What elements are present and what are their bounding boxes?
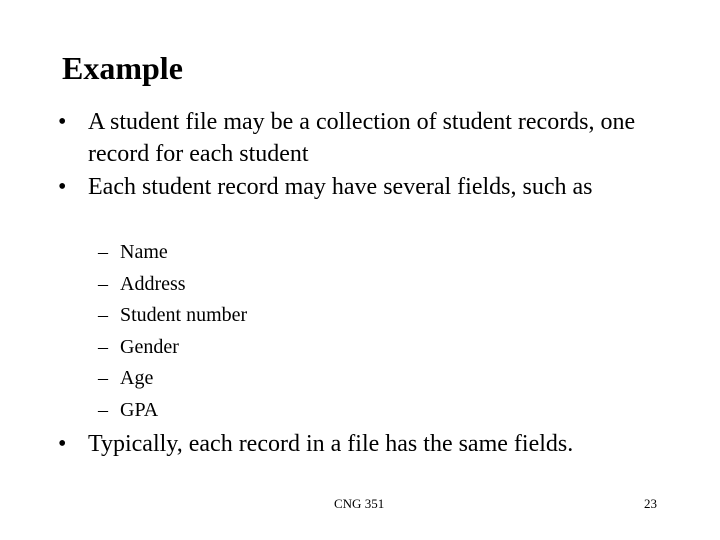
field-label: GPA [120, 398, 159, 421]
dash-icon: – [98, 304, 108, 327]
field-item: – Name [98, 237, 247, 269]
bullet-text: Each student record may have several fie… [88, 174, 593, 200]
field-item: – Age [98, 363, 247, 395]
fields-list: – Name – Address – Student number – Gender –… [98, 237, 247, 427]
dash-icon: – [98, 367, 108, 390]
field-label: Name [120, 241, 168, 263]
footer-course: CNG 351 [334, 496, 385, 511]
field-label: Age [120, 367, 154, 390]
dash-icon: – [98, 241, 108, 263]
bullet-text: A student file may be a collection of st… [88, 109, 636, 167]
field-item: – Student number [98, 300, 247, 332]
dash-icon: – [98, 335, 108, 358]
field-label: Address [120, 272, 186, 295]
field-item: – Address [98, 269, 247, 301]
bullet-text: Typically, each record in a file has the… [88, 431, 574, 457]
bullet-item: • Each student record may have several f… [58, 171, 678, 203]
field-label: Student number [120, 304, 248, 327]
bullet-icon: • [58, 109, 67, 135]
bullet-icon: • [58, 431, 67, 457]
field-item: – GPA [98, 395, 247, 427]
dash-icon: – [98, 272, 108, 295]
bullet-item: • Typically, each record in a file has t… [58, 428, 678, 460]
dash-icon: – [98, 398, 108, 421]
slide-title: Example [62, 50, 183, 86]
bullet-icon: • [58, 174, 67, 200]
field-item: – Gender [98, 332, 247, 364]
field-label: Gender [120, 335, 179, 358]
bullet-item: • A student file may be a collection of … [58, 106, 678, 170]
page-number: 23 [644, 496, 657, 511]
